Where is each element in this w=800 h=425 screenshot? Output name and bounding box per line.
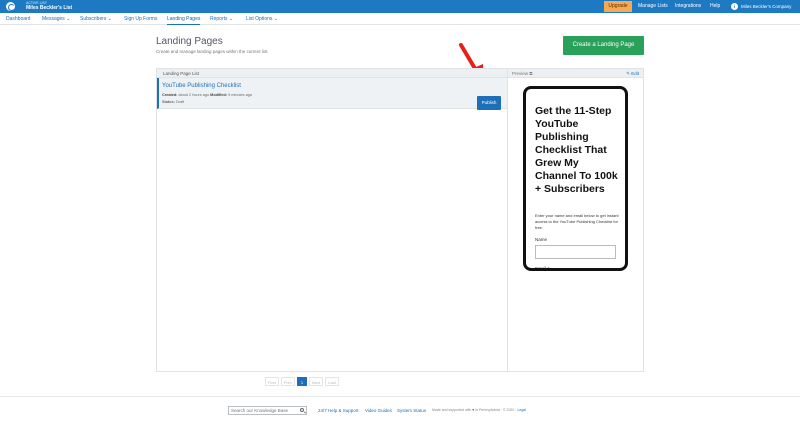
landing-page-list-header: Landing Page List (157, 69, 507, 78)
top-bar: ACTIVE LIST Miles Beckler's List Upgrade… (0, 0, 800, 13)
landing-page-status: Status: Draft (162, 100, 184, 104)
created-label: Created: (162, 93, 178, 97)
footer-divider (0, 396, 800, 397)
pagination-prev[interactable]: Prev (281, 377, 295, 386)
main-nav: Dashboard Messages ⌄ Subscribers ⌄ Sign … (0, 13, 800, 25)
nav-reports[interactable]: Reports ⌄ (210, 13, 233, 25)
pagination-page-1[interactable]: 1 (297, 377, 307, 386)
footer-link-system-status[interactable]: System Status (397, 408, 426, 413)
preview-label[interactable]: Preview ⧉ (512, 71, 532, 76)
search-icon[interactable] (300, 408, 304, 412)
knowledge-base-search-placeholder: Search our Knowledge Base (231, 408, 289, 413)
landing-page-panel: Landing Page List Preview ⧉ ✎ Edit YouTu… (156, 68, 644, 372)
status-value: Draft (175, 100, 185, 104)
landing-page-title[interactable]: YouTube Publishing Checklist (162, 83, 241, 89)
nav-messages[interactable]: Messages ⌄ (42, 13, 70, 25)
pagination-last[interactable]: Last (325, 377, 339, 386)
pagination-first[interactable]: First (265, 377, 279, 386)
preview-heading: Get the 11-Step YouTube Publishing Check… (535, 105, 618, 195)
page-subtitle: Create and manage landing pages within t… (156, 49, 269, 54)
aweber-logo[interactable] (6, 2, 15, 11)
nav-landing-pages[interactable]: Landing Pages (167, 13, 201, 25)
company-menu[interactable]: i Miles Beckler's Company (731, 0, 791, 13)
preview-name-input (535, 245, 616, 259)
footer-legal-link[interactable]: Legal (517, 408, 526, 412)
status-label: Status: (162, 100, 175, 104)
nav-dashboard[interactable]: Dashboard (6, 13, 30, 25)
edit-link[interactable]: ✎ Edit (626, 69, 639, 78)
page-title: Landing Pages (156, 36, 223, 47)
mobile-preview-frame: Get the 11-Step YouTube Publishing Check… (523, 86, 628, 271)
pagination-next[interactable]: Next (309, 377, 323, 386)
footer-note-prefix: Made and supported with (432, 408, 472, 412)
active-list-switcher[interactable]: ACTIVE LIST Miles Beckler's List (26, 1, 72, 11)
publish-button[interactable]: Publish (477, 96, 501, 110)
nav-sign-up-forms[interactable]: Sign Up Forms (124, 13, 157, 25)
knowledge-base-search-input[interactable]: Search our Knowledge Base (228, 406, 307, 415)
created-value: about 2 hours ago (178, 93, 210, 97)
preview-body-text: Enter your name and email below to get i… (535, 213, 619, 230)
footer-link-video-guides[interactable]: Video Guides (365, 408, 392, 413)
nav-help[interactable]: Help (710, 0, 720, 13)
create-landing-page-button[interactable]: Create a Landing Page (563, 36, 644, 55)
company-name: Miles Beckler's Company (741, 4, 792, 9)
preview-header: Preview ⧉ ✎ Edit (507, 69, 643, 78)
company-avatar-icon: i (731, 3, 738, 10)
footer-note: Made and supported with ♥ in Pennsylvani… (432, 408, 526, 412)
footer-link-help-support[interactable]: 24/7 Help & Support (318, 408, 359, 413)
upgrade-button[interactable]: Upgrade (604, 1, 632, 12)
active-list-name: Miles Beckler's List (26, 5, 73, 11)
modified-value: 9 minutes ago (228, 93, 252, 97)
preview-email-label: Email * (535, 266, 550, 271)
nav-list-options[interactable]: List Options ⌄ (246, 13, 278, 25)
nav-integrations[interactable]: Integrations (675, 0, 701, 13)
panel-divider (507, 78, 508, 372)
footer-note-suffix: in Pennsylvania · © 2020 · (475, 408, 517, 412)
modified-label: Modified: (210, 93, 228, 97)
active-list-label: ACTIVE LIST (26, 1, 48, 5)
landing-page-meta: Created: about 2 hours ago Modified: 9 m… (162, 93, 252, 97)
nav-subscribers[interactable]: Subscribers ⌄ (80, 13, 112, 25)
landing-page-row[interactable]: YouTube Publishing Checklist Created: ab… (157, 78, 507, 110)
nav-manage-lists[interactable]: Manage Lists (638, 0, 668, 13)
preview-name-label: Name (535, 237, 548, 242)
